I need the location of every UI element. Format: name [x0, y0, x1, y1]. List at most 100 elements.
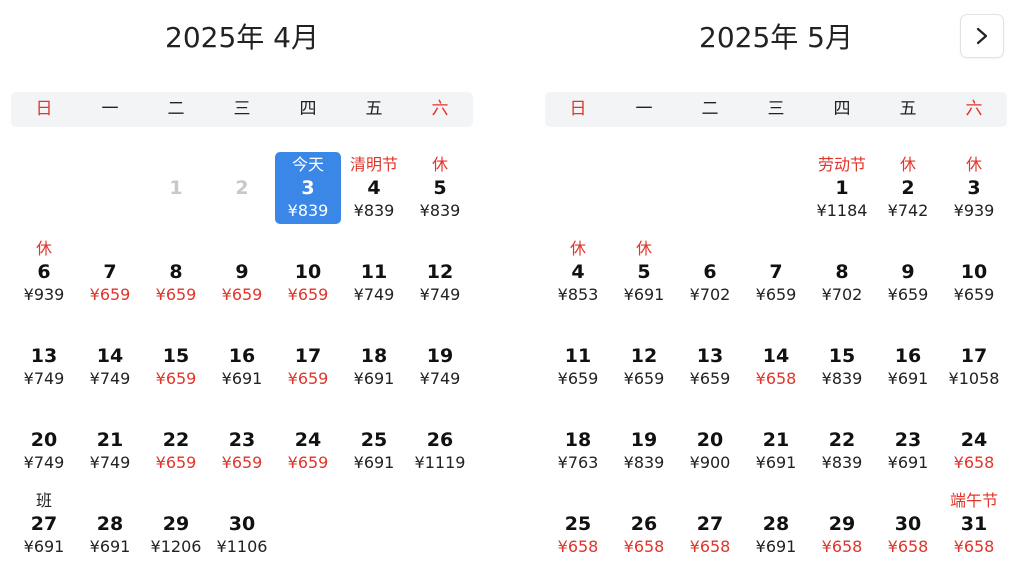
day-cell[interactable]: 28 ¥691 — [77, 488, 143, 560]
day-cell[interactable]: 24 ¥659 — [275, 404, 341, 476]
day-cell[interactable]: 24 ¥658 — [941, 404, 1007, 476]
day-cell[interactable]: 10 ¥659 — [275, 236, 341, 308]
chevron-right-icon — [976, 27, 988, 45]
day-cell[interactable]: 29 ¥658 — [809, 488, 875, 560]
day-cell[interactable]: 6 ¥702 — [677, 236, 743, 308]
calendar-cell: 11 ¥659 — [545, 320, 611, 404]
day-cell[interactable]: 休 4 ¥853 — [545, 236, 611, 308]
day-cell[interactable]: 15 ¥839 — [809, 320, 875, 392]
day-cell[interactable]: 21 ¥749 — [77, 404, 143, 476]
calendar-cell: 7 ¥659 — [77, 236, 143, 320]
weekday-sun: 日 — [35, 99, 53, 119]
day-cell-today[interactable]: 今天 3 ¥839 — [275, 152, 341, 224]
day-cell[interactable]: 21 ¥691 — [743, 404, 809, 476]
day-cell[interactable]: 14 ¥749 — [77, 320, 143, 392]
day-number: 14 — [762, 345, 790, 367]
day-cell[interactable]: 11 ¥749 — [341, 236, 407, 308]
empty-cell — [11, 152, 77, 236]
day-cell[interactable]: 休 5 ¥691 — [611, 236, 677, 308]
day-cell[interactable]: 休 3 ¥939 — [941, 152, 1007, 224]
calendar-cell: 15 ¥659 — [143, 320, 209, 404]
calendar-cell: 12 ¥749 — [407, 236, 473, 320]
day-cell[interactable]: 7 ¥659 — [77, 236, 143, 308]
day-cell[interactable]: 14 ¥658 — [743, 320, 809, 392]
day-cell[interactable]: 休 5 ¥839 — [407, 152, 473, 224]
calendar-cell: 25 ¥658 — [545, 488, 611, 572]
day-cell[interactable]: 19 ¥839 — [611, 404, 677, 476]
day-cell[interactable]: 8 ¥702 — [809, 236, 875, 308]
day-cell[interactable]: 27 ¥658 — [677, 488, 743, 560]
day-cell[interactable]: 22 ¥839 — [809, 404, 875, 476]
day-cell[interactable]: 13 ¥749 — [11, 320, 77, 392]
day-cell[interactable]: 20 ¥749 — [11, 404, 77, 476]
day-cell[interactable]: 休 6 ¥939 — [11, 236, 77, 308]
day-cell[interactable]: 劳动节 1 ¥1184 — [809, 152, 875, 224]
day-tag: 休 — [965, 155, 982, 174]
day-cell[interactable]: 15 ¥659 — [143, 320, 209, 392]
day-cell[interactable]: 11 ¥659 — [545, 320, 611, 392]
month-title: 2025年 4月 — [165, 21, 319, 54]
weekday-fri: 五 — [899, 99, 917, 119]
weekday-mon: 一 — [635, 99, 653, 119]
calendar-cell: 26 ¥658 — [611, 488, 677, 572]
day-cell[interactable]: 20 ¥900 — [677, 404, 743, 476]
day-number: 7 — [769, 261, 783, 283]
day-number: 13 — [30, 345, 58, 367]
day-cell[interactable]: 班 27 ¥691 — [11, 488, 77, 560]
day-cell[interactable]: 19 ¥749 — [407, 320, 473, 392]
weekday-header: 日 一 二 三 四 五 六 — [11, 92, 473, 127]
day-cell[interactable]: 16 ¥691 — [875, 320, 941, 392]
day-cell[interactable]: 28 ¥691 — [743, 488, 809, 560]
day-cell[interactable]: 16 ¥691 — [209, 320, 275, 392]
day-cell[interactable]: 9 ¥659 — [209, 236, 275, 308]
calendar-cell: 17 ¥659 — [275, 320, 341, 404]
day-cell[interactable]: 18 ¥691 — [341, 320, 407, 392]
day-price: ¥749 — [419, 285, 461, 304]
day-cell[interactable]: 26 ¥1119 — [407, 404, 473, 476]
calendar-cell: 24 ¥659 — [275, 404, 341, 488]
day-cell[interactable]: 12 ¥659 — [611, 320, 677, 392]
day-cell[interactable]: 29 ¥1206 — [143, 488, 209, 560]
day-price: ¥658 — [953, 453, 995, 472]
day-cell[interactable]: 18 ¥763 — [545, 404, 611, 476]
calendar-cell: 12 ¥659 — [611, 320, 677, 404]
day-cell[interactable]: 清明节 4 ¥839 — [341, 152, 407, 224]
day-cell[interactable]: 23 ¥659 — [209, 404, 275, 476]
day-cell[interactable]: 17 ¥659 — [275, 320, 341, 392]
calendar-cell: 16 ¥691 — [875, 320, 941, 404]
day-cell[interactable]: 休 2 ¥742 — [875, 152, 941, 224]
day-cell[interactable]: 30 ¥658 — [875, 488, 941, 560]
weekday-thu: 四 — [299, 99, 317, 119]
calendar-cell: 18 ¥763 — [545, 404, 611, 488]
calendar-cell: 休 5 ¥839 — [407, 152, 473, 236]
calendar-cell: 28 ¥691 — [77, 488, 143, 572]
day-grid: 劳动节 1 ¥1184 休 2 ¥742 休 3 ¥939 休 4 ¥853 休 5 ¥691 6 ¥702 7 ¥… — [545, 152, 1007, 572]
day-cell[interactable]: 23 ¥691 — [875, 404, 941, 476]
calendar-cell: 1 — [143, 152, 209, 236]
day-number: 22 — [162, 429, 190, 451]
next-month-button[interactable] — [960, 14, 1004, 58]
calendar-cell: 11 ¥749 — [341, 236, 407, 320]
day-cell[interactable]: 25 ¥658 — [545, 488, 611, 560]
day-cell[interactable]: 25 ¥691 — [341, 404, 407, 476]
month-title: 2025年 5月 — [699, 21, 853, 54]
day-cell[interactable]: 8 ¥659 — [143, 236, 209, 308]
day-cell[interactable]: 端午节 31 ¥658 — [941, 488, 1007, 560]
calendar-cell: 22 ¥839 — [809, 404, 875, 488]
day-number: 3 — [301, 177, 315, 199]
day-cell[interactable]: 12 ¥749 — [407, 236, 473, 308]
day-cell[interactable]: 22 ¥659 — [143, 404, 209, 476]
day-number: 25 — [564, 513, 592, 535]
weekday-fri: 五 — [365, 99, 383, 119]
calendar-cell: 2 — [209, 152, 275, 236]
calendar-cell: 13 ¥659 — [677, 320, 743, 404]
day-cell[interactable]: 26 ¥658 — [611, 488, 677, 560]
day-cell[interactable]: 7 ¥659 — [743, 236, 809, 308]
calendar-cell: 7 ¥659 — [743, 236, 809, 320]
day-cell[interactable]: 9 ¥659 — [875, 236, 941, 308]
day-cell[interactable]: 30 ¥1106 — [209, 488, 275, 560]
day-tag: 休 — [635, 239, 652, 258]
day-cell[interactable]: 17 ¥1058 — [941, 320, 1007, 392]
day-cell[interactable]: 13 ¥659 — [677, 320, 743, 392]
day-cell[interactable]: 10 ¥659 — [941, 236, 1007, 308]
